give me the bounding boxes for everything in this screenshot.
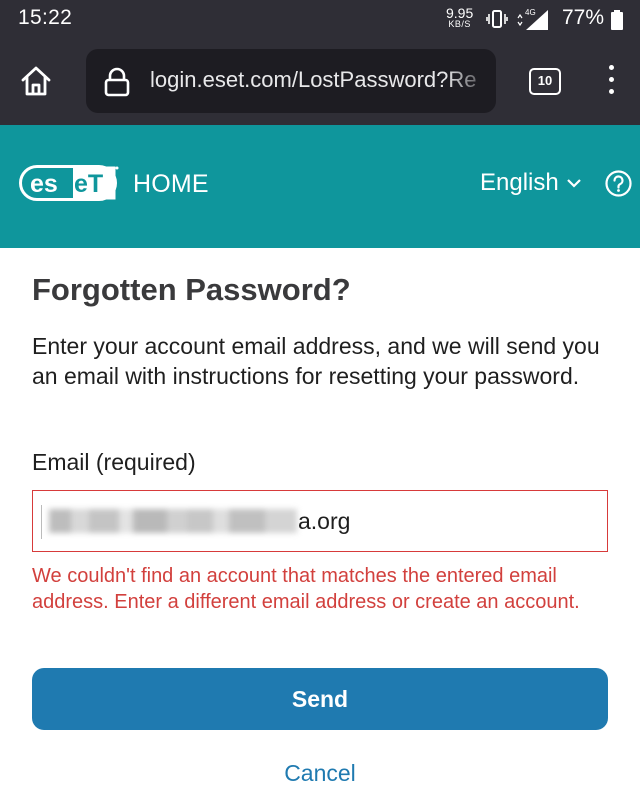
address-bar[interactable]: login.eset.com/LostPassword?Re: [86, 49, 496, 113]
chevron-down-icon: [566, 179, 581, 188]
home-button[interactable]: [18, 63, 54, 99]
home-icon: [21, 66, 51, 96]
network-speed-value: 9.95: [446, 5, 474, 21]
lock-icon: [104, 67, 130, 102]
eset-logo[interactable]: es eT: [19, 165, 119, 206]
send-button[interactable]: Send: [32, 668, 608, 730]
page-title: Forgotten Password?: [32, 272, 351, 307]
network-speed-unit: KB/S: [448, 19, 471, 29]
error-message: We couldn't find an account that matches…: [32, 565, 580, 613]
signal-icon: 4G: [514, 6, 554, 37]
email-label: Email (required): [32, 449, 196, 475]
battery-percent: 77%: [562, 6, 605, 29]
cancel-link[interactable]: Cancel: [32, 760, 608, 787]
text-caret: [41, 505, 42, 539]
url-text: login.eset.com/LostPassword?Re: [150, 67, 477, 92]
vibrate-icon: [486, 9, 508, 34]
browser-toolbar: login.eset.com/LostPassword?Re 10: [0, 37, 640, 125]
svg-text:es: es: [30, 170, 58, 198]
email-value: a.org: [298, 508, 351, 534]
battery-icon: [611, 10, 623, 35]
svg-text:eT: eT: [74, 170, 103, 198]
network-type: 4G: [525, 8, 536, 17]
status-time: 15:22: [18, 6, 73, 29]
instructions-text: Enter your account email address, and we…: [32, 333, 600, 389]
more-menu-icon[interactable]: [603, 65, 619, 99]
help-icon[interactable]: [605, 170, 632, 197]
network-speed: 9.95 KB/S: [446, 6, 473, 29]
site-header: es eT HOME English: [0, 125, 640, 248]
email-field[interactable]: a.org: [32, 490, 608, 552]
tab-switcher-button[interactable]: 10: [529, 68, 561, 95]
redacted-email-blur: [49, 509, 297, 533]
language-selector[interactable]: English: [480, 169, 581, 197]
status-bar: 15:22 9.95 KB/S 4G 77%: [0, 0, 640, 37]
language-label: English: [480, 169, 559, 196]
product-name: HOME: [133, 170, 209, 198]
